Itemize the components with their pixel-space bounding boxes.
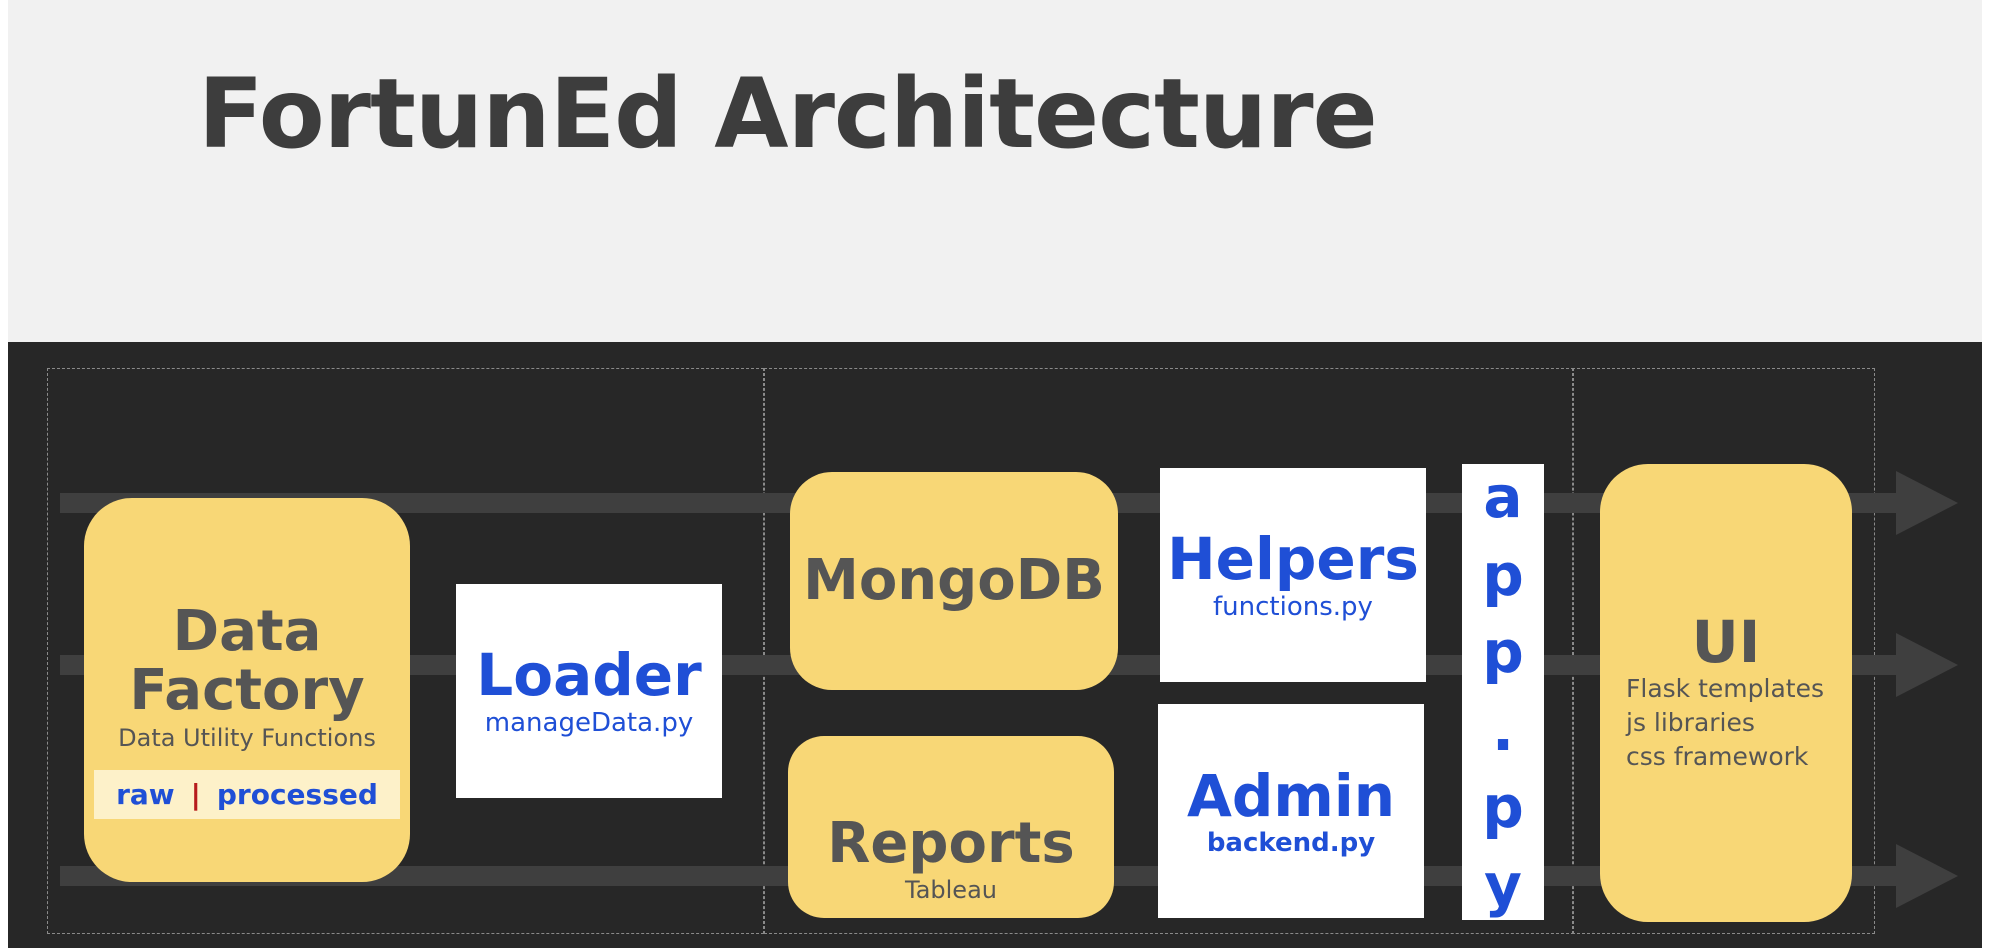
- data-factory-subtitle: Data Utility Functions: [118, 724, 376, 753]
- title-area: FortunEd Architecture: [8, 0, 1982, 342]
- app-char: p: [1482, 618, 1524, 687]
- ui-details: Flask templates js libraries css framewo…: [1626, 672, 1824, 774]
- admin-box: Admin backend.py: [1158, 704, 1424, 918]
- app-char: p: [1482, 540, 1524, 609]
- app-char: a: [1483, 463, 1523, 531]
- ui-line: Flask templates: [1626, 674, 1824, 704]
- loader-file: manageData.py: [484, 707, 694, 738]
- ui-line: css framework: [1626, 742, 1809, 772]
- data-factory-title-line2: Factory: [129, 657, 365, 723]
- mongodb-box: MongoDB: [790, 472, 1118, 690]
- admin-file: backend.py: [1206, 827, 1376, 858]
- data-factory-title-line1: Data: [172, 598, 322, 664]
- helpers-file: functions.py: [1213, 591, 1373, 622]
- tag-raw: raw: [116, 778, 175, 812]
- reports-title: Reports: [827, 811, 1075, 877]
- flow-arrow-middle-head: [1896, 633, 1958, 697]
- reports-subtitle: Tableau: [905, 876, 997, 904]
- helpers-box: Helpers functions.py: [1160, 468, 1426, 682]
- tag-processed: processed: [216, 778, 378, 812]
- diagram-area: Data Factory Data Utility Functions raw …: [8, 342, 1982, 948]
- ui-title: UI: [1691, 607, 1761, 676]
- mongodb-title: MongoDB: [803, 547, 1105, 613]
- tag-separator: |: [190, 778, 201, 812]
- flow-arrow-bottom-head: [1896, 844, 1958, 908]
- data-factory-tag: raw | processed: [94, 770, 400, 820]
- app-py-column: a p p . p y: [1462, 464, 1544, 920]
- flow-arrow-top-head: [1896, 471, 1958, 535]
- loader-box: Loader manageData.py: [456, 584, 722, 798]
- app-char: p: [1482, 773, 1524, 842]
- helpers-title: Helpers: [1167, 525, 1419, 594]
- slide: FortunEd Architecture Data Factory Data …: [8, 0, 1982, 948]
- ui-line: js libraries: [1626, 708, 1755, 738]
- page-title: FortunEd Architecture: [198, 58, 1378, 170]
- data-factory-box: Data Factory Data Utility Functions raw …: [84, 498, 410, 882]
- app-char: y: [1484, 850, 1522, 919]
- admin-title: Admin: [1186, 761, 1395, 830]
- ui-box: UI Flask templates js libraries css fram…: [1600, 464, 1852, 922]
- loader-title: Loader: [476, 641, 702, 710]
- app-char: .: [1491, 695, 1515, 764]
- reports-box: Reports Tableau: [788, 736, 1114, 918]
